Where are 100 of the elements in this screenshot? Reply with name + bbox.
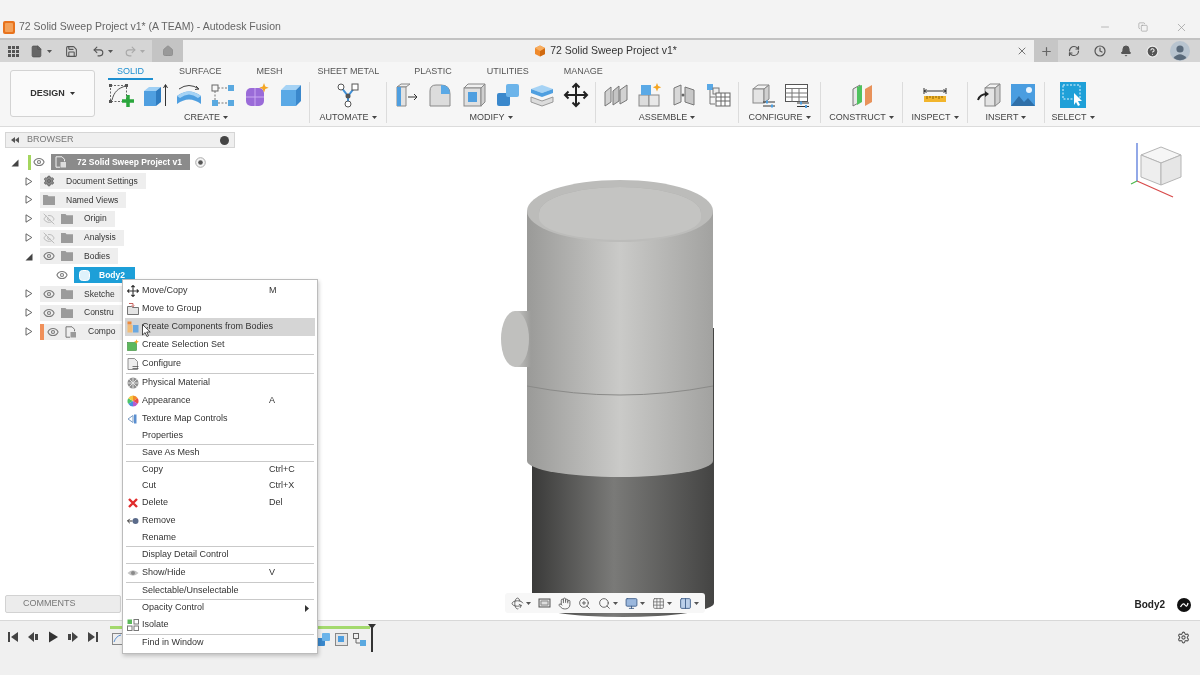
tree-toggle-icon[interactable]	[25, 176, 33, 186]
linked-squares-icon[interactable]	[353, 632, 366, 646]
grid-icon[interactable]	[652, 596, 665, 610]
menu-item[interactable]: Cut Ctrl+X	[125, 478, 315, 494]
joint-plates-icon[interactable]	[603, 82, 629, 108]
toolbar-tab[interactable]: UTILITIES	[477, 62, 538, 80]
box-push-icon[interactable]	[393, 82, 419, 108]
eye-icon[interactable]	[43, 287, 55, 300]
group-menu-button[interactable]: ASSEMBLE	[638, 112, 696, 123]
monitor-icon[interactable]	[625, 596, 638, 610]
eye-icon[interactable]	[43, 250, 55, 263]
sparkle-block-icon[interactable]	[244, 82, 270, 108]
menu-item[interactable]: Selectable/Unselectable	[125, 583, 315, 599]
square-sketch-icon[interactable]	[112, 633, 123, 645]
box-icon[interactable]	[335, 632, 348, 646]
split-view-icon[interactable]	[679, 596, 692, 610]
insert-box-icon[interactable]	[976, 82, 1002, 108]
move-arrows-icon[interactable]	[563, 82, 589, 108]
menu-item[interactable]: Move/Copy M	[125, 282, 315, 300]
tree-toggle-icon[interactable]	[25, 233, 33, 243]
cube-sparkle-icon[interactable]	[637, 82, 663, 108]
table-sliders-icon[interactable]	[783, 82, 810, 108]
menu-item[interactable]: Opacity Control	[125, 600, 315, 616]
hand-icon[interactable]	[558, 596, 571, 610]
tree-item[interactable]: Analysis	[40, 229, 124, 246]
frame-icon[interactable]	[538, 597, 551, 609]
magnifier-icon[interactable]	[598, 596, 611, 610]
group-menu-button[interactable]: CONSTRUCT	[829, 112, 894, 123]
stacked-blocks-icon[interactable]	[495, 82, 521, 108]
group-menu-button[interactable]: MODIFY	[469, 112, 513, 123]
cube-icon[interactable]	[278, 82, 304, 108]
linked-squares-icon[interactable]	[210, 82, 236, 108]
group-menu-button[interactable]: CONFIGURE	[748, 112, 811, 123]
menu-item[interactable]: Texture Map Controls	[125, 410, 315, 428]
tree-toggle-icon[interactable]	[25, 214, 33, 224]
eye-icon[interactable]	[47, 325, 59, 338]
menu-item[interactable]: Isolate	[125, 616, 315, 634]
help-icon[interactable]	[1145, 44, 1159, 58]
menu-item[interactable]: Show/Hide V	[125, 564, 315, 582]
toolbar-tab[interactable]: PLASTIC	[405, 62, 461, 80]
tree-item[interactable]: Sketche	[40, 285, 123, 302]
menu-item[interactable]: Display Detail Control	[125, 547, 315, 563]
menu-item[interactable]: Physical Material	[125, 374, 315, 392]
hinge-plates-icon[interactable]	[671, 82, 697, 108]
tree-toggle-icon[interactable]	[25, 251, 33, 261]
toolbar-tab[interactable]: MESH	[247, 62, 292, 80]
collapse-icon[interactable]	[11, 137, 19, 143]
menu-item[interactable]: Find in Window	[125, 635, 315, 651]
timeline-marker[interactable]	[368, 624, 376, 652]
toolbar-tab[interactable]: SHEET METAL	[308, 62, 389, 80]
new-tab-button[interactable]	[1034, 40, 1058, 62]
comments-bar[interactable]: COMMENTS	[5, 595, 121, 613]
settings-icon[interactable]	[1176, 630, 1190, 644]
group-menu-button[interactable]: INSERT	[985, 112, 1027, 123]
menu-item[interactable]: Delete Del	[125, 494, 315, 512]
menu-item[interactable]: Configure	[125, 355, 315, 373]
selection-cursor-icon[interactable]	[1060, 82, 1086, 108]
table-tree-icon[interactable]	[705, 82, 731, 108]
menu-item[interactable]: Remove	[125, 512, 315, 530]
group-menu-button[interactable]: CREATE	[184, 112, 228, 123]
image-icon[interactable]	[1010, 82, 1036, 108]
tree-item[interactable]: Constru	[40, 304, 122, 321]
bell-icon[interactable]	[1120, 45, 1132, 57]
wave-circle-icon[interactable]	[1177, 597, 1191, 612]
cube-sliders-icon[interactable]	[749, 82, 776, 108]
eye-icon[interactable]	[43, 306, 55, 319]
square-plus-icon[interactable]	[108, 82, 134, 108]
tree-toggle-icon[interactable]	[25, 327, 33, 337]
tree-item[interactable]: Document Settings	[40, 173, 146, 190]
zoom-icon[interactable]	[578, 596, 591, 610]
menu-item[interactable]: Rename	[125, 530, 315, 546]
step-back-icon[interactable]	[27, 631, 39, 643]
group-menu-button[interactable]: INSPECT	[911, 112, 959, 123]
tree-toggle-icon[interactable]	[25, 289, 33, 299]
menu-item[interactable]: Appearance A	[125, 392, 315, 410]
toolbar-tab[interactable]: SOLID	[108, 62, 153, 80]
tree-item[interactable]: Named Views	[40, 192, 127, 208]
tree-item[interactable]: Origin	[40, 210, 115, 227]
close-icon[interactable]	[1016, 45, 1028, 57]
document-tab[interactable]: 72 Solid Sweep Project v1*	[183, 40, 1034, 62]
hollow-box-icon[interactable]	[461, 82, 487, 108]
skip-forward-icon[interactable]	[87, 631, 99, 643]
avatar-icon[interactable]	[1170, 41, 1190, 61]
tree-toggle-icon[interactable]	[25, 195, 33, 205]
menu-item[interactable]: Save As Mesh	[125, 445, 315, 461]
step-forward-icon[interactable]	[67, 631, 79, 643]
play-icon[interactable]	[47, 631, 59, 643]
eye-icon[interactable]	[56, 269, 68, 282]
split-layers-icon[interactable]	[529, 82, 555, 108]
group-menu-button[interactable]: AUTOMATE	[319, 112, 377, 123]
toolbar-tab[interactable]: MANAGE	[554, 62, 612, 80]
file-icon[interactable]	[30, 44, 43, 58]
clock-icon[interactable]	[1094, 45, 1106, 57]
blocks-icon[interactable]	[317, 632, 330, 646]
menu-item[interactable]: Create Selection Set	[125, 336, 315, 354]
app-grid-icon[interactable]	[7, 45, 19, 57]
menu-item[interactable]: Copy Ctrl+C	[125, 462, 315, 478]
menu-item[interactable]: Properties	[125, 428, 315, 444]
node-graph-icon[interactable]	[335, 82, 361, 108]
undo-icon[interactable]	[91, 44, 105, 58]
